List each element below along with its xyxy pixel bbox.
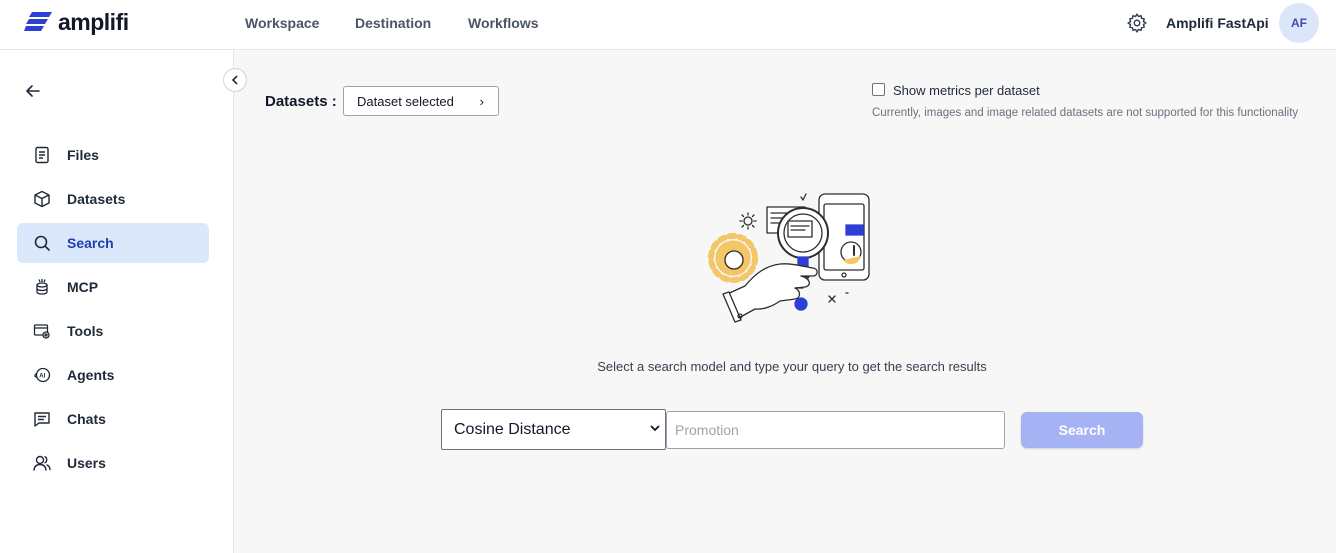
chevron-right-icon: › (479, 94, 484, 109)
sidebar-item-label: Search (67, 235, 114, 251)
nav-workspace[interactable]: Workspace (245, 15, 319, 31)
nav-destination[interactable]: Destination (355, 15, 431, 31)
search-model-select[interactable]: Cosine Distance (441, 409, 666, 450)
sidebar-item-tools[interactable]: Tools (17, 311, 209, 351)
cube-icon (34, 190, 50, 208)
sidebar-item-chats[interactable]: Chats (17, 399, 209, 439)
chevron-down-icon (650, 425, 660, 432)
user-name[interactable]: Amplifi FastApi (1166, 15, 1269, 31)
sidebar-item-label: Chats (67, 411, 106, 427)
settings-gear-icon[interactable] (1126, 12, 1148, 34)
user-avatar[interactable]: AF (1279, 3, 1319, 43)
sidebar-item-datasets[interactable]: Datasets (17, 179, 209, 219)
amplifi-logo-icon (24, 12, 52, 31)
datasets-label: Datasets : (265, 93, 337, 110)
sidebar-item-agents[interactable]: AI Agents (17, 355, 209, 395)
sidebar-item-search[interactable]: Search (17, 223, 209, 263)
sidebar: Files Datasets Search MCP Tools AI Agent… (0, 50, 234, 553)
metrics-note: Currently, images and image related data… (872, 107, 1299, 119)
sidebar-item-label: Datasets (67, 191, 126, 207)
mcp-icon (36, 279, 48, 295)
back-arrow-icon[interactable] (24, 82, 42, 100)
search-model-value: Cosine Distance (454, 420, 571, 438)
dataset-select-button[interactable]: Dataset selected › (343, 86, 499, 116)
show-metrics-checkbox[interactable] (872, 83, 885, 96)
search-illustration (708, 193, 870, 323)
sidebar-item-label: Agents (67, 367, 115, 383)
search-button[interactable]: Search (1021, 412, 1143, 448)
sidebar-item-users[interactable]: Users (17, 443, 209, 483)
amplifi-logo[interactable]: amplifi (24, 10, 129, 34)
users-icon (33, 455, 51, 471)
top-navbar: amplifi Workspace Destination Workflows … (0, 0, 1336, 50)
show-metrics-label[interactable]: Show metrics per dataset (893, 83, 1040, 98)
search-hint: Select a search model and type your quer… (597, 359, 987, 374)
dataset-select-label: Dataset selected (357, 93, 454, 109)
sidebar-item-label: Files (67, 147, 99, 163)
chat-icon (34, 412, 50, 427)
svg-text:AI: AI (39, 374, 45, 380)
file-icon (35, 146, 49, 164)
sidebar-item-label: Users (67, 455, 106, 471)
collapse-sidebar-button[interactable] (223, 68, 247, 92)
sidebar-item-files[interactable]: Files (17, 135, 209, 175)
brand-name: amplifi (58, 9, 129, 35)
sidebar-item-mcp[interactable]: MCP (17, 267, 209, 307)
nav-workflows[interactable]: Workflows (468, 15, 539, 31)
sidebar-item-label: Tools (67, 323, 104, 339)
ai-agent-icon: AI (34, 367, 51, 383)
search-icon (34, 235, 50, 251)
search-query-input[interactable] (666, 411, 1005, 449)
chevron-left-icon (231, 75, 238, 85)
tools-icon (33, 324, 50, 339)
sidebar-item-label: MCP (67, 279, 99, 295)
